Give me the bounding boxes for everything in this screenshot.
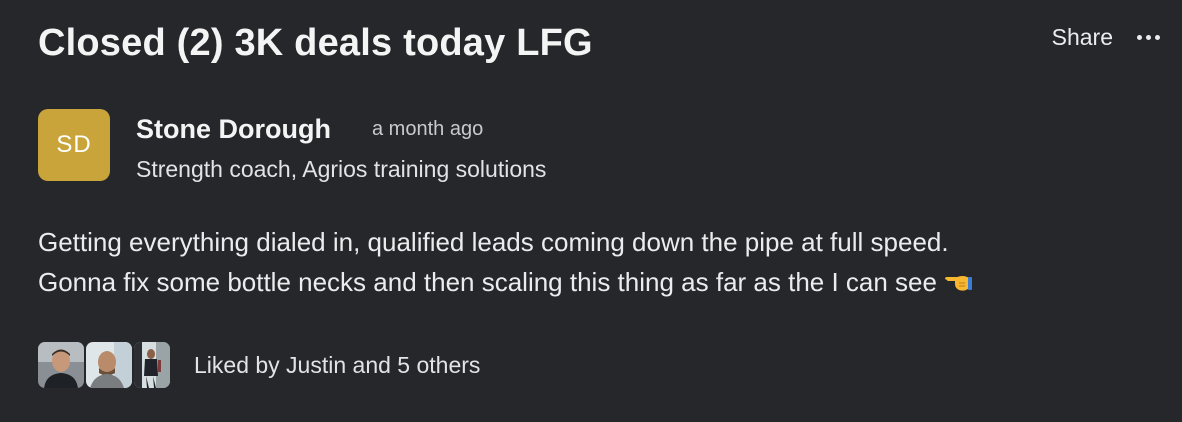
post-title: Closed (2) 3K deals today LFG: [38, 22, 593, 64]
more-options-icon[interactable]: [1135, 29, 1162, 46]
post-actions: Share: [1052, 24, 1162, 51]
post-body-line: Gonna fix some bottle necks and then sca…: [38, 262, 1158, 305]
pointing-hand-emoji-icon: [943, 265, 973, 305]
likes-summary[interactable]: Liked by Justin and 5 others: [194, 352, 480, 379]
liker-avatar-2[interactable]: [86, 342, 132, 388]
liker-avatars: [38, 342, 172, 388]
liker-avatar-3[interactable]: [134, 342, 170, 388]
author-name[interactable]: Stone Dorough: [136, 114, 331, 145]
post-body-line: Getting everything dialed in, qualified …: [38, 227, 949, 257]
author-avatar[interactable]: SD: [38, 109, 110, 181]
share-button[interactable]: Share: [1052, 24, 1113, 51]
author-subtitle: Strength coach, Agrios training solution…: [136, 156, 547, 182]
post-body: Getting everything dialed in, qualified …: [38, 222, 1158, 305]
post-card: Closed (2) 3K deals today LFG Share SD S…: [0, 0, 1182, 422]
post-timestamp: a month ago: [372, 118, 484, 140]
liker-avatar-1[interactable]: [38, 342, 84, 388]
likes-row: Liked by Justin and 5 others: [38, 342, 480, 388]
